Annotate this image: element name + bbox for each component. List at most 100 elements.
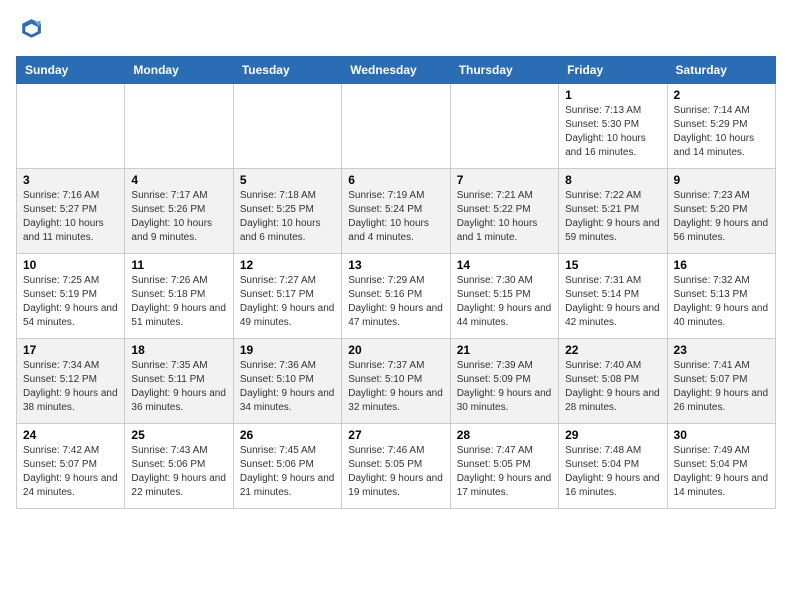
calendar-day-cell: 8 Sunrise: 7:22 AM Sunset: 5:21 PM Daylig… xyxy=(559,169,667,254)
calendar-day-cell: 26 Sunrise: 7:45 AM Sunset: 5:06 PM Dayli… xyxy=(233,424,341,509)
day-number: 12 xyxy=(240,258,335,272)
calendar-day-cell: 25 Sunrise: 7:43 AM Sunset: 5:06 PM Dayli… xyxy=(125,424,233,509)
calendar-day-cell: 15 Sunrise: 7:31 AM Sunset: 5:14 PM Dayli… xyxy=(559,254,667,339)
day-info: Sunrise: 7:35 AM Sunset: 5:11 PM Dayligh… xyxy=(131,359,226,415)
calendar-day-cell: 11 Sunrise: 7:26 AM Sunset: 5:18 PM Dayli… xyxy=(125,254,233,339)
day-info: Sunrise: 7:40 AM Sunset: 5:08 PM Dayligh… xyxy=(565,359,660,415)
day-info: Sunrise: 7:18 AM Sunset: 5:25 PM Dayligh… xyxy=(240,189,335,245)
day-info: Sunrise: 7:48 AM Sunset: 5:04 PM Dayligh… xyxy=(565,444,660,500)
day-info: Sunrise: 7:43 AM Sunset: 5:06 PM Dayligh… xyxy=(131,444,226,500)
day-header-saturday: Saturday xyxy=(667,57,775,84)
day-number: 1 xyxy=(565,88,660,102)
day-number: 20 xyxy=(348,343,443,357)
calendar-day-cell: 6Sunrise: 7:19 AM Sunset: 5:24 PM Daylig… xyxy=(342,169,450,254)
day-info: Sunrise: 7:27 AM Sunset: 5:17 PM Dayligh… xyxy=(240,274,335,330)
calendar-day-cell: 27 Sunrise: 7:46 AM Sunset: 5:05 PM Dayli… xyxy=(342,424,450,509)
day-info: Sunrise: 7:21 AM Sunset: 5:22 PM Dayligh… xyxy=(457,189,552,245)
day-header-sunday: Sunday xyxy=(17,57,125,84)
calendar-day-cell: 24 Sunrise: 7:42 AM Sunset: 5:07 PM Dayli… xyxy=(17,424,125,509)
calendar-day-cell xyxy=(233,84,341,169)
day-info: Sunrise: 7:26 AM Sunset: 5:18 PM Dayligh… xyxy=(131,274,226,330)
calendar-week-row: 17 Sunrise: 7:34 AM Sunset: 5:12 PM Dayli… xyxy=(17,339,776,424)
calendar-day-cell: 20Sunrise: 7:37 AM Sunset: 5:10 PM Dayli… xyxy=(342,339,450,424)
logo xyxy=(16,16,48,44)
calendar-day-cell: 13 Sunrise: 7:29 AM Sunset: 5:16 PM Dayli… xyxy=(342,254,450,339)
logo-icon xyxy=(16,16,44,44)
day-info: Sunrise: 7:34 AM Sunset: 5:12 PM Dayligh… xyxy=(23,359,118,415)
calendar-day-cell: 7 Sunrise: 7:21 AM Sunset: 5:22 PM Daylig… xyxy=(450,169,558,254)
calendar-week-row: 1 Sunrise: 7:13 AM Sunset: 5:30 PM Daylig… xyxy=(17,84,776,169)
calendar-table: SundayMondayTuesdayWednesdayThursdayFrid… xyxy=(16,56,776,509)
calendar-day-cell: 28Sunrise: 7:47 AM Sunset: 5:05 PM Dayli… xyxy=(450,424,558,509)
day-number: 19 xyxy=(240,343,335,357)
day-number: 16 xyxy=(674,258,769,272)
day-number: 22 xyxy=(565,343,660,357)
day-number: 7 xyxy=(457,173,552,187)
calendar-day-cell: 2Sunrise: 7:14 AM Sunset: 5:29 PM Daylig… xyxy=(667,84,775,169)
calendar-day-cell: 19 Sunrise: 7:36 AM Sunset: 5:10 PM Dayli… xyxy=(233,339,341,424)
day-info: Sunrise: 7:41 AM Sunset: 5:07 PM Dayligh… xyxy=(674,359,769,415)
calendar-week-row: 3 Sunrise: 7:16 AM Sunset: 5:27 PM Daylig… xyxy=(17,169,776,254)
day-number: 3 xyxy=(23,173,118,187)
calendar-header-row: SundayMondayTuesdayWednesdayThursdayFrid… xyxy=(17,57,776,84)
calendar-week-row: 10 Sunrise: 7:25 AM Sunset: 5:19 PM Dayli… xyxy=(17,254,776,339)
day-number: 29 xyxy=(565,428,660,442)
day-number: 13 xyxy=(348,258,443,272)
day-number: 18 xyxy=(131,343,226,357)
calendar-day-cell: 23 Sunrise: 7:41 AM Sunset: 5:07 PM Dayli… xyxy=(667,339,775,424)
day-info: Sunrise: 7:42 AM Sunset: 5:07 PM Dayligh… xyxy=(23,444,118,500)
day-number: 21 xyxy=(457,343,552,357)
day-info: Sunrise: 7:46 AM Sunset: 5:05 PM Dayligh… xyxy=(348,444,443,500)
day-info: Sunrise: 7:31 AM Sunset: 5:14 PM Dayligh… xyxy=(565,274,660,330)
calendar-day-cell: 18 Sunrise: 7:35 AM Sunset: 5:11 PM Dayli… xyxy=(125,339,233,424)
day-info: Sunrise: 7:16 AM Sunset: 5:27 PM Dayligh… xyxy=(23,189,118,245)
day-number: 2 xyxy=(674,88,769,102)
calendar-day-cell xyxy=(342,84,450,169)
day-number: 9 xyxy=(674,173,769,187)
day-number: 10 xyxy=(23,258,118,272)
day-info: Sunrise: 7:13 AM Sunset: 5:30 PM Dayligh… xyxy=(565,104,660,160)
day-info: Sunrise: 7:17 AM Sunset: 5:26 PM Dayligh… xyxy=(131,189,226,245)
calendar-day-cell: 12 Sunrise: 7:27 AM Sunset: 5:17 PM Dayli… xyxy=(233,254,341,339)
day-number: 26 xyxy=(240,428,335,442)
calendar-day-cell: 30 Sunrise: 7:49 AM Sunset: 5:04 PM Dayli… xyxy=(667,424,775,509)
calendar-day-cell: 16 Sunrise: 7:32 AM Sunset: 5:13 PM Dayli… xyxy=(667,254,775,339)
calendar-day-cell xyxy=(125,84,233,169)
calendar-week-row: 24 Sunrise: 7:42 AM Sunset: 5:07 PM Dayli… xyxy=(17,424,776,509)
day-info: Sunrise: 7:36 AM Sunset: 5:10 PM Dayligh… xyxy=(240,359,335,415)
day-number: 17 xyxy=(23,343,118,357)
day-number: 24 xyxy=(23,428,118,442)
calendar-day-cell xyxy=(17,84,125,169)
day-number: 11 xyxy=(131,258,226,272)
day-number: 15 xyxy=(565,258,660,272)
day-number: 4 xyxy=(131,173,226,187)
day-info: Sunrise: 7:30 AM Sunset: 5:15 PM Dayligh… xyxy=(457,274,552,330)
day-info: Sunrise: 7:32 AM Sunset: 5:13 PM Dayligh… xyxy=(674,274,769,330)
calendar-day-cell: 4 Sunrise: 7:17 AM Sunset: 5:26 PM Daylig… xyxy=(125,169,233,254)
day-info: Sunrise: 7:19 AM Sunset: 5:24 PM Dayligh… xyxy=(348,189,443,245)
day-info: Sunrise: 7:39 AM Sunset: 5:09 PM Dayligh… xyxy=(457,359,552,415)
day-number: 5 xyxy=(240,173,335,187)
day-number: 25 xyxy=(131,428,226,442)
day-info: Sunrise: 7:23 AM Sunset: 5:20 PM Dayligh… xyxy=(674,189,769,245)
day-info: Sunrise: 7:49 AM Sunset: 5:04 PM Dayligh… xyxy=(674,444,769,500)
calendar-day-cell: 22 Sunrise: 7:40 AM Sunset: 5:08 PM Dayli… xyxy=(559,339,667,424)
day-number: 14 xyxy=(457,258,552,272)
calendar-day-cell: 9 Sunrise: 7:23 AM Sunset: 5:20 PM Daylig… xyxy=(667,169,775,254)
day-number: 27 xyxy=(348,428,443,442)
day-info: Sunrise: 7:22 AM Sunset: 5:21 PM Dayligh… xyxy=(565,189,660,245)
day-info: Sunrise: 7:45 AM Sunset: 5:06 PM Dayligh… xyxy=(240,444,335,500)
day-info: Sunrise: 7:25 AM Sunset: 5:19 PM Dayligh… xyxy=(23,274,118,330)
day-header-tuesday: Tuesday xyxy=(233,57,341,84)
day-number: 8 xyxy=(565,173,660,187)
calendar-day-cell: 1 Sunrise: 7:13 AM Sunset: 5:30 PM Daylig… xyxy=(559,84,667,169)
calendar-day-cell: 29 Sunrise: 7:48 AM Sunset: 5:04 PM Dayli… xyxy=(559,424,667,509)
day-info: Sunrise: 7:29 AM Sunset: 5:16 PM Dayligh… xyxy=(348,274,443,330)
day-number: 30 xyxy=(674,428,769,442)
day-number: 23 xyxy=(674,343,769,357)
day-number: 28 xyxy=(457,428,552,442)
calendar-day-cell xyxy=(450,84,558,169)
calendar-day-cell: 21 Sunrise: 7:39 AM Sunset: 5:09 PM Dayli… xyxy=(450,339,558,424)
calendar-day-cell: 5 Sunrise: 7:18 AM Sunset: 5:25 PM Daylig… xyxy=(233,169,341,254)
calendar-day-cell: 14 Sunrise: 7:30 AM Sunset: 5:15 PM Dayli… xyxy=(450,254,558,339)
